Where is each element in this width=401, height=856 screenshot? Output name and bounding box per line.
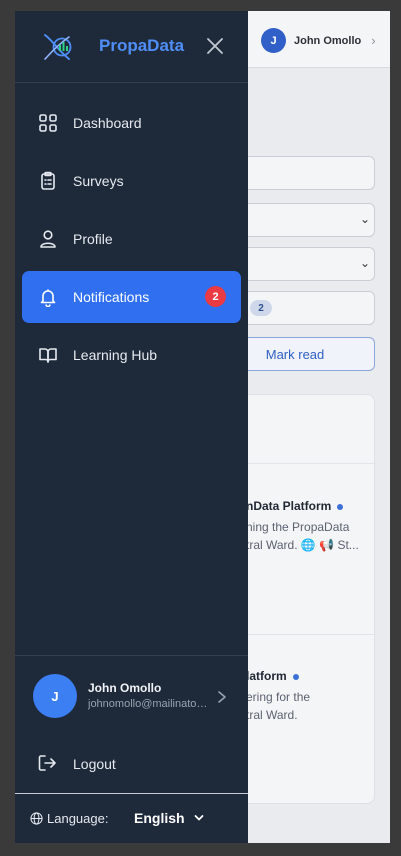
unread-dot-icon [337,503,344,510]
sidebar-item-label: Dashboard [73,115,142,131]
user-email: johnomollo@mailinator.com [88,698,208,710]
user-profile-card[interactable]: J John Omollo johnomollo@mailinator.com [15,655,248,737]
clipboard-icon [41,171,55,190]
chevron-down-icon: ⌄ [359,256,370,270]
drawer-header: PropaData [15,11,248,83]
sidebar-item-label: Surveys [73,173,124,189]
sidebar-item-dashboard[interactable]: Dashboard [22,97,241,149]
chevron-down-icon: ⌄ [359,212,370,226]
background-avatar: J [261,28,286,53]
bell-icon [40,289,56,307]
brand-name: PropaData [99,36,185,55]
sidebar-item-notifications[interactable]: Notifications 2 [22,271,241,323]
book-open-icon [39,348,57,363]
globe-icon [30,812,43,825]
language-bar: Language: English [15,793,248,843]
propadata-logo-icon [44,34,72,60]
background-user-menu: J John Omollo › [261,28,376,53]
sidebar-item-learning-hub[interactable]: Learning Hub [22,329,241,381]
logout-icon [38,755,56,771]
logout-button[interactable]: Logout [15,737,248,793]
sidebar-item-profile[interactable]: Profile [22,213,241,265]
background-notification-title: nData Platform [246,499,344,513]
avatar: J [33,674,77,718]
app-frame: J John Omollo › ⌄ ⌄ 2 Mark read nData Pl… [15,11,390,843]
chevron-right-icon: › [371,33,376,48]
background-count-chip: 2 [250,300,272,316]
user-name: John Omollo [88,681,162,695]
chevron-right-icon [218,691,226,703]
background-notification-text: ering for the tral Ward. [246,690,311,722]
sidebar-item-label: Notifications [73,289,150,305]
language-value: English [134,810,185,826]
language-select[interactable]: English [134,810,204,826]
background-notification-title: latform [246,669,299,683]
user-icon [40,230,56,248]
sidebar-nav: Dashboard Surveys Profile Notifications … [15,83,248,387]
close-icon[interactable] [205,36,225,56]
sidebar-item-surveys[interactable]: Surveys [22,155,241,207]
background-notification-text: ning the PropaData tral Ward. 🌐 📢 St... [246,520,359,552]
sidebar-item-label: Profile [73,231,113,247]
chevron-down-icon [194,815,203,821]
notification-count-badge: 2 [205,286,226,307]
grid-icon [39,114,57,132]
sidebar-drawer: PropaData Dashboard Surveys Profile Noti… [15,11,248,843]
logout-label: Logout [73,756,116,772]
unread-dot-icon [292,673,299,680]
language-label: Language: [47,811,109,826]
sidebar-item-label: Learning Hub [73,347,158,363]
background-username: John Omollo [294,34,362,47]
